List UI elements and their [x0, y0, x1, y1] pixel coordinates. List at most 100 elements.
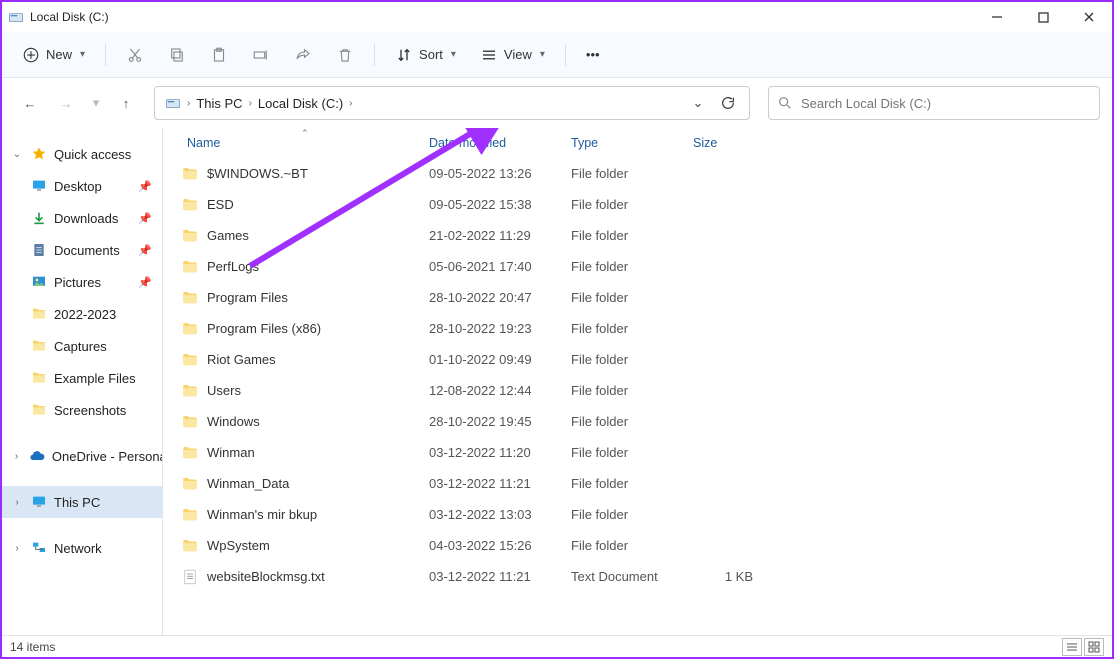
- sidebar-item[interactable]: Documents 📌: [2, 234, 162, 266]
- back-button[interactable]: ←: [16, 87, 44, 119]
- more-button[interactable]: •••: [576, 38, 610, 72]
- file-row[interactable]: $WINDOWS.~BT 09-05-2022 13:26 File folde…: [163, 158, 1112, 189]
- file-type: Text Document: [571, 569, 693, 584]
- sidebar-item[interactable]: Captures: [2, 330, 162, 362]
- this-pc-label: This PC: [54, 495, 100, 510]
- file-type: File folder: [571, 538, 693, 553]
- file-row[interactable]: ESD 09-05-2022 15:38 File folder: [163, 189, 1112, 220]
- sidebar: ⌄ Quick access Desktop 📌 Downloads 📌 Doc…: [2, 128, 163, 635]
- address-bar[interactable]: › This PC › Local Disk (C:) › ⌄: [154, 86, 750, 120]
- chevron-right-icon: ›: [10, 543, 24, 554]
- file-row[interactable]: Games 21-02-2022 11:29 File folder: [163, 220, 1112, 251]
- sidebar-item[interactable]: Downloads 📌: [2, 202, 162, 234]
- cloud-icon: [29, 448, 46, 464]
- col-type-header[interactable]: Type: [571, 136, 693, 150]
- breadcrumb-item[interactable]: This PC: [192, 96, 246, 111]
- folder-icon: [181, 413, 199, 431]
- view-button[interactable]: View ▾: [470, 38, 555, 72]
- view-icon: [480, 46, 498, 64]
- file-row[interactable]: Windows 28-10-2022 19:45 File folder: [163, 406, 1112, 437]
- network-icon: [30, 540, 48, 556]
- sidebar-item[interactable]: Example Files: [2, 362, 162, 394]
- sidebar-item[interactable]: Screenshots: [2, 394, 162, 426]
- folder-icon: [181, 320, 199, 338]
- col-size-header[interactable]: Size: [693, 136, 765, 150]
- plus-icon: [22, 46, 40, 64]
- paste-button[interactable]: [200, 38, 238, 72]
- rename-icon: [252, 46, 270, 64]
- up-button[interactable]: ↑: [112, 87, 140, 119]
- paste-icon: [210, 46, 228, 64]
- title-bar: Local Disk (C:): [2, 2, 1112, 32]
- maximize-button[interactable]: [1020, 2, 1066, 32]
- separator: [565, 44, 566, 66]
- network-label: Network: [54, 541, 102, 556]
- folder-icon: [181, 351, 199, 369]
- file-row[interactable]: WpSystem 04-03-2022 15:26 File folder: [163, 530, 1112, 561]
- file-name: Windows: [207, 414, 429, 429]
- folder-icon: [181, 258, 199, 276]
- file-row[interactable]: Program Files (x86) 28-10-2022 19:23 Fil…: [163, 313, 1112, 344]
- delete-button[interactable]: [326, 38, 364, 72]
- folder-icon: [30, 370, 48, 386]
- col-name-header[interactable]: ⌃ Name: [181, 136, 429, 150]
- file-date: 21-02-2022 11:29: [429, 228, 571, 243]
- file-type: File folder: [571, 259, 693, 274]
- item-count: 14 items: [10, 640, 55, 654]
- file-row[interactable]: PerfLogs 05-06-2021 17:40 File folder: [163, 251, 1112, 282]
- rename-button[interactable]: [242, 38, 280, 72]
- file-row[interactable]: Winman_Data 03-12-2022 11:21 File folder: [163, 468, 1112, 499]
- col-date-header[interactable]: Date modified: [429, 136, 571, 150]
- pin-icon: 📌: [138, 244, 152, 257]
- file-row[interactable]: Program Files 28-10-2022 20:47 File fold…: [163, 282, 1112, 313]
- sidebar-item[interactable]: Desktop 📌: [2, 170, 162, 202]
- caret-icon: ›: [187, 98, 190, 109]
- file-date: 12-08-2022 12:44: [429, 383, 571, 398]
- thumbnails-view-button[interactable]: [1084, 638, 1104, 656]
- sort-button[interactable]: Sort ▾: [385, 38, 466, 72]
- toolbar: New ▾ Sort ▾ View ▾ •••: [2, 32, 1112, 78]
- sidebar-item-label: Desktop: [54, 179, 102, 194]
- new-button[interactable]: New ▾: [12, 38, 95, 72]
- sort-label: Sort: [419, 47, 443, 62]
- file-row[interactable]: Users 12-08-2022 12:44 File folder: [163, 375, 1112, 406]
- file-type: File folder: [571, 197, 693, 212]
- close-button[interactable]: [1066, 2, 1112, 32]
- recent-dropdown[interactable]: ▾: [88, 87, 104, 119]
- details-view-button[interactable]: [1062, 638, 1082, 656]
- file-row[interactable]: Winman's mir bkup 03-12-2022 13:03 File …: [163, 499, 1112, 530]
- separator: [374, 44, 375, 66]
- pictures-icon: [30, 274, 48, 290]
- file-type: File folder: [571, 414, 693, 429]
- file-name: Program Files: [207, 290, 429, 305]
- file-type: File folder: [571, 228, 693, 243]
- copy-icon: [168, 46, 186, 64]
- refresh-button[interactable]: [713, 88, 743, 118]
- sidebar-network[interactable]: › Network: [2, 532, 162, 564]
- star-icon: [30, 146, 48, 162]
- share-button[interactable]: [284, 38, 322, 72]
- file-row[interactable]: Winman 03-12-2022 11:20 File folder: [163, 437, 1112, 468]
- file-date: 04-03-2022 15:26: [429, 538, 571, 553]
- minimize-button[interactable]: [974, 2, 1020, 32]
- cut-button[interactable]: [116, 38, 154, 72]
- breadcrumb-item[interactable]: Local Disk (C:): [254, 96, 347, 111]
- file-row[interactable]: Riot Games 01-10-2022 09:49 File folder: [163, 344, 1112, 375]
- sidebar-onedrive[interactable]: › OneDrive - Personal: [2, 440, 162, 472]
- sidebar-item[interactable]: 2022-2023: [2, 298, 162, 330]
- sidebar-item-label: Screenshots: [54, 403, 126, 418]
- forward-button[interactable]: →: [52, 87, 80, 119]
- sidebar-item-label: Downloads: [54, 211, 118, 226]
- sidebar-quick-access[interactable]: ⌄ Quick access: [2, 138, 162, 170]
- search-input[interactable]: [801, 96, 1091, 111]
- sidebar-item-label: Documents: [54, 243, 120, 258]
- folder-icon: [30, 402, 48, 418]
- copy-button[interactable]: [158, 38, 196, 72]
- chevron-down-icon: ▾: [540, 49, 545, 60]
- address-dropdown[interactable]: ⌄: [683, 88, 713, 118]
- file-row[interactable]: websiteBlockmsg.txt 03-12-2022 11:21 Tex…: [163, 561, 1112, 592]
- onedrive-label: OneDrive - Personal: [52, 449, 162, 464]
- sidebar-item[interactable]: Pictures 📌: [2, 266, 162, 298]
- search-box[interactable]: [768, 86, 1100, 120]
- sidebar-this-pc[interactable]: › This PC: [2, 486, 162, 518]
